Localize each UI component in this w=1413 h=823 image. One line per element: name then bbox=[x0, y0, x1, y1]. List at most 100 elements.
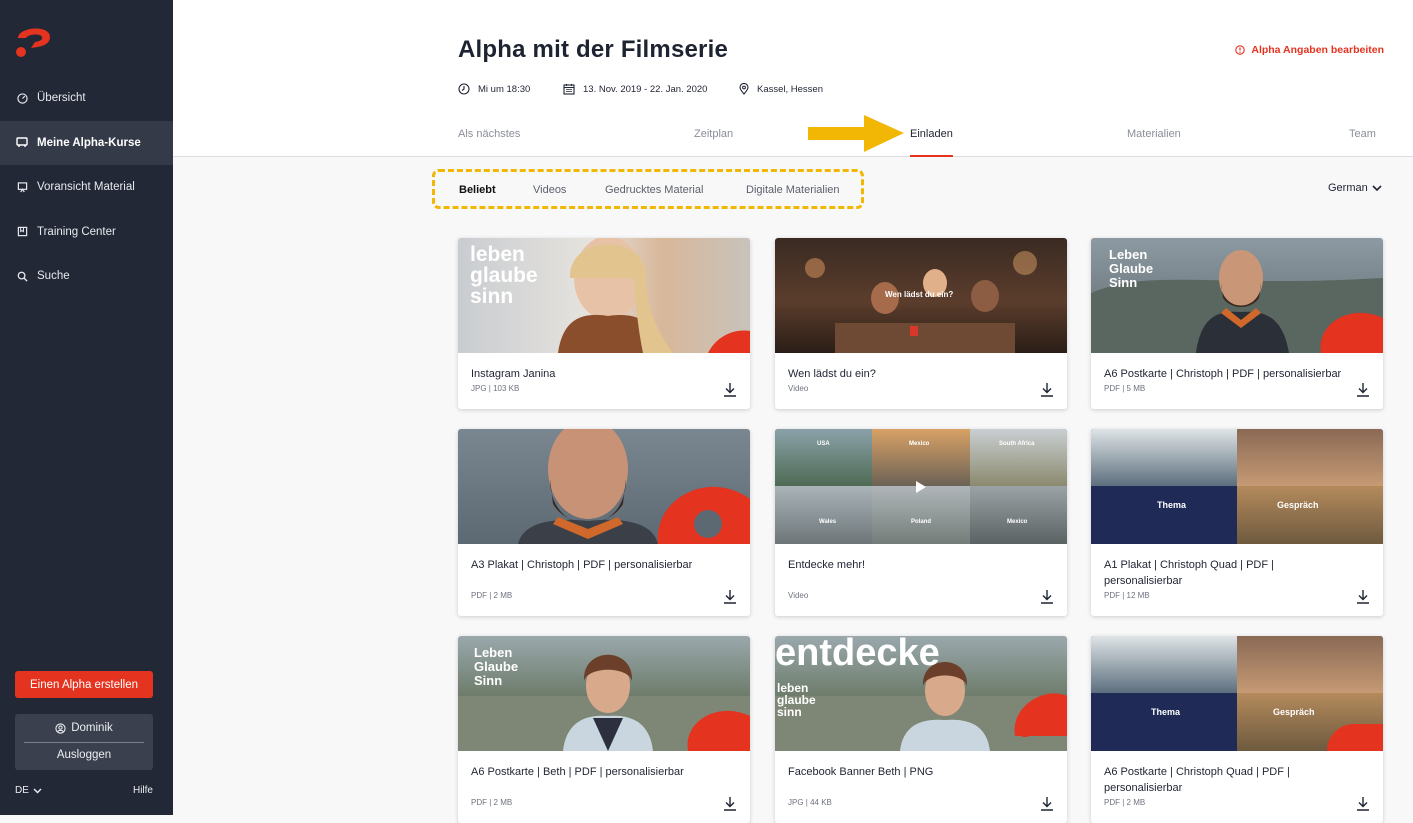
meta-dates: 13. Nov. 2019 - 22. Jan. 2020 bbox=[563, 83, 707, 95]
material-meta: PDF | 5 MB bbox=[1104, 384, 1146, 393]
thumbnail-overlay-subtext: leben glaube sinn bbox=[777, 681, 816, 719]
sidebar-item-voransicht-material[interactable]: Voransicht Material bbox=[0, 165, 173, 210]
thumbnail-label: USA bbox=[817, 441, 830, 447]
tab-als-naechstes[interactable]: Als nächstes bbox=[458, 128, 520, 157]
download-icon[interactable] bbox=[1039, 588, 1055, 604]
language-label: DE bbox=[15, 785, 29, 796]
thumbnail-overlay-text: leben glaube sinn bbox=[470, 243, 538, 308]
thumbnail-label: Thema bbox=[1151, 707, 1181, 717]
material-title: Facebook Banner Beth | PNG bbox=[788, 766, 934, 778]
download-icon[interactable] bbox=[722, 588, 738, 604]
filter-beliebt[interactable]: Beliebt bbox=[459, 184, 496, 196]
tab-team[interactable]: Team bbox=[1349, 128, 1376, 157]
material-thumbnail[interactable]: USA Mexico South Africa Wales Poland Mex… bbox=[775, 429, 1067, 544]
thumbnail-overlay-text: Leben Glaube Sinn bbox=[474, 645, 519, 688]
thumbnail-label: Wales bbox=[819, 519, 837, 525]
chevron-down-icon bbox=[1372, 185, 1382, 191]
download-icon[interactable] bbox=[1355, 588, 1371, 604]
material-thumbnail[interactable]: Thema Gespräch bbox=[1091, 636, 1383, 751]
download-icon[interactable] bbox=[722, 795, 738, 811]
material-thumbnail[interactable]: Leben Glaube Sinn bbox=[458, 636, 750, 751]
highlight-arrow-icon bbox=[808, 115, 904, 152]
material-title: A6 Postkarte | Christoph | PDF | persona… bbox=[1104, 368, 1342, 380]
material-meta: PDF | 12 MB bbox=[1104, 591, 1150, 600]
calendar-icon bbox=[563, 83, 575, 95]
sidebar-item-uebersicht[interactable]: Übersicht bbox=[0, 76, 173, 121]
chevron-down-icon bbox=[33, 788, 42, 794]
thumbnail-label: Mexico bbox=[909, 441, 930, 447]
meta-time: Mi um 18:30 bbox=[458, 83, 530, 95]
material-thumbnail[interactable]: entdecke leben glaube sinn bbox=[775, 636, 1067, 751]
download-icon[interactable] bbox=[1355, 795, 1371, 811]
thumbnail-label: South Africa bbox=[999, 441, 1035, 447]
material-card[interactable]: Wen lädst du ein? Wen lädst du ein? Vide… bbox=[775, 238, 1067, 409]
book-icon bbox=[16, 226, 28, 238]
material-meta: PDF | 2 MB bbox=[471, 591, 513, 600]
user-name: Dominik bbox=[71, 722, 113, 734]
download-icon[interactable] bbox=[722, 381, 738, 397]
course-tabs: Als nächstes Zeitplan Einladen Materiali… bbox=[458, 128, 1384, 157]
material-thumbnail[interactable] bbox=[458, 429, 750, 544]
material-card[interactable]: Thema Gespräch A1 Plakat | Christoph Qua… bbox=[1091, 429, 1383, 616]
sidebar-item-suche[interactable]: Suche bbox=[0, 254, 173, 299]
create-alpha-button[interactable]: Einen Alpha erstellen bbox=[15, 671, 153, 698]
material-thumbnail[interactable]: Thema Gespräch bbox=[1091, 429, 1383, 544]
material-meta: JPG | 44 KB bbox=[788, 798, 832, 807]
material-card[interactable]: A3 Plakat | Christoph | PDF | personalis… bbox=[458, 429, 750, 616]
material-card[interactable]: Thema Gespräch A6 Postkarte | Christoph … bbox=[1091, 636, 1383, 823]
material-card[interactable]: Leben Glaube Sinn A6 Postkarte | Christo… bbox=[1091, 238, 1383, 409]
language-selector[interactable]: DE bbox=[15, 785, 42, 796]
alpha-logo-icon[interactable] bbox=[14, 24, 54, 58]
sidebar: Übersicht Meine Alpha-Kurse Voransicht M… bbox=[0, 0, 173, 815]
sidebar-item-label: Meine Alpha-Kurse bbox=[37, 136, 141, 149]
thumbnail-overlay-text: entdecke bbox=[775, 636, 940, 674]
thumbnail-label: Poland bbox=[911, 519, 932, 525]
material-meta: Video bbox=[788, 384, 809, 393]
material-language-select[interactable]: German bbox=[1328, 182, 1382, 194]
material-language-value: German bbox=[1328, 182, 1368, 194]
divider bbox=[24, 742, 144, 743]
course-icon bbox=[16, 137, 28, 149]
material-card[interactable]: leben glaube sinn Instagram Janina JPG |… bbox=[458, 238, 750, 409]
material-filter-bar: Beliebt Videos Gedrucktes Material Digit… bbox=[432, 169, 864, 209]
material-thumbnail[interactable]: Leben Glaube Sinn bbox=[1091, 238, 1383, 353]
thumbnail-label: Mexico bbox=[1007, 519, 1028, 525]
material-title: Wen lädst du ein? bbox=[788, 368, 876, 380]
preview-icon bbox=[16, 181, 28, 193]
meta-location: Kassel, Hessen bbox=[739, 83, 823, 95]
alert-circle-icon bbox=[1235, 45, 1246, 55]
thumbnail-label: Gespräch bbox=[1273, 707, 1315, 717]
thumbnail-label: Thema bbox=[1157, 500, 1187, 510]
play-icon[interactable] bbox=[914, 480, 928, 494]
help-link[interactable]: Hilfe bbox=[133, 785, 153, 796]
material-title: A1 Plakat | Christoph Quad | PDF | perso… bbox=[1104, 559, 1274, 587]
material-title: Entdecke mehr! bbox=[788, 559, 866, 571]
edit-alpha-link[interactable]: Alpha Angaben bearbeiten bbox=[1235, 44, 1384, 56]
search-icon bbox=[16, 270, 28, 282]
download-icon[interactable] bbox=[1039, 381, 1055, 397]
filter-gedrucktes-material[interactable]: Gedrucktes Material bbox=[605, 184, 703, 196]
thumbnail-overlay-text: Wen lädst du ein? bbox=[885, 290, 954, 299]
meta-location-text: Kassel, Hessen bbox=[757, 83, 824, 95]
material-thumbnail[interactable]: leben glaube sinn bbox=[458, 238, 750, 353]
download-icon[interactable] bbox=[1039, 795, 1055, 811]
material-thumbnail[interactable]: Wen lädst du ein? bbox=[775, 238, 1067, 353]
filter-digitale-materialien[interactable]: Digitale Materialien bbox=[746, 184, 840, 196]
logout-button[interactable]: Ausloggen bbox=[15, 749, 153, 765]
material-card[interactable]: entdecke leben glaube sinn Facebook Bann… bbox=[775, 636, 1067, 823]
meta-time-text: Mi um 18:30 bbox=[478, 83, 531, 95]
material-title: A6 Postkarte | Christoph Quad | PDF | pe… bbox=[1104, 766, 1290, 794]
sidebar-item-label: Voransicht Material bbox=[37, 181, 135, 194]
material-card[interactable]: USA Mexico South Africa Wales Poland Mex… bbox=[775, 429, 1067, 616]
tab-zeitplan[interactable]: Zeitplan bbox=[694, 128, 733, 157]
tab-einladen[interactable]: Einladen bbox=[910, 128, 953, 157]
filter-videos[interactable]: Videos bbox=[533, 184, 566, 196]
material-card[interactable]: Leben Glaube Sinn A6 Postkarte | Beth | … bbox=[458, 636, 750, 823]
sidebar-item-meine-alpha-kurse[interactable]: Meine Alpha-Kurse bbox=[0, 120, 173, 165]
download-icon[interactable] bbox=[1355, 381, 1371, 397]
user-profile-link[interactable]: Dominik bbox=[15, 720, 153, 736]
tab-materialien[interactable]: Materialien bbox=[1127, 128, 1181, 157]
clock-icon bbox=[458, 83, 470, 95]
sidebar-item-training-center[interactable]: Training Center bbox=[0, 210, 173, 255]
material-title: A6 Postkarte | Beth | PDF | personalisie… bbox=[471, 766, 684, 778]
